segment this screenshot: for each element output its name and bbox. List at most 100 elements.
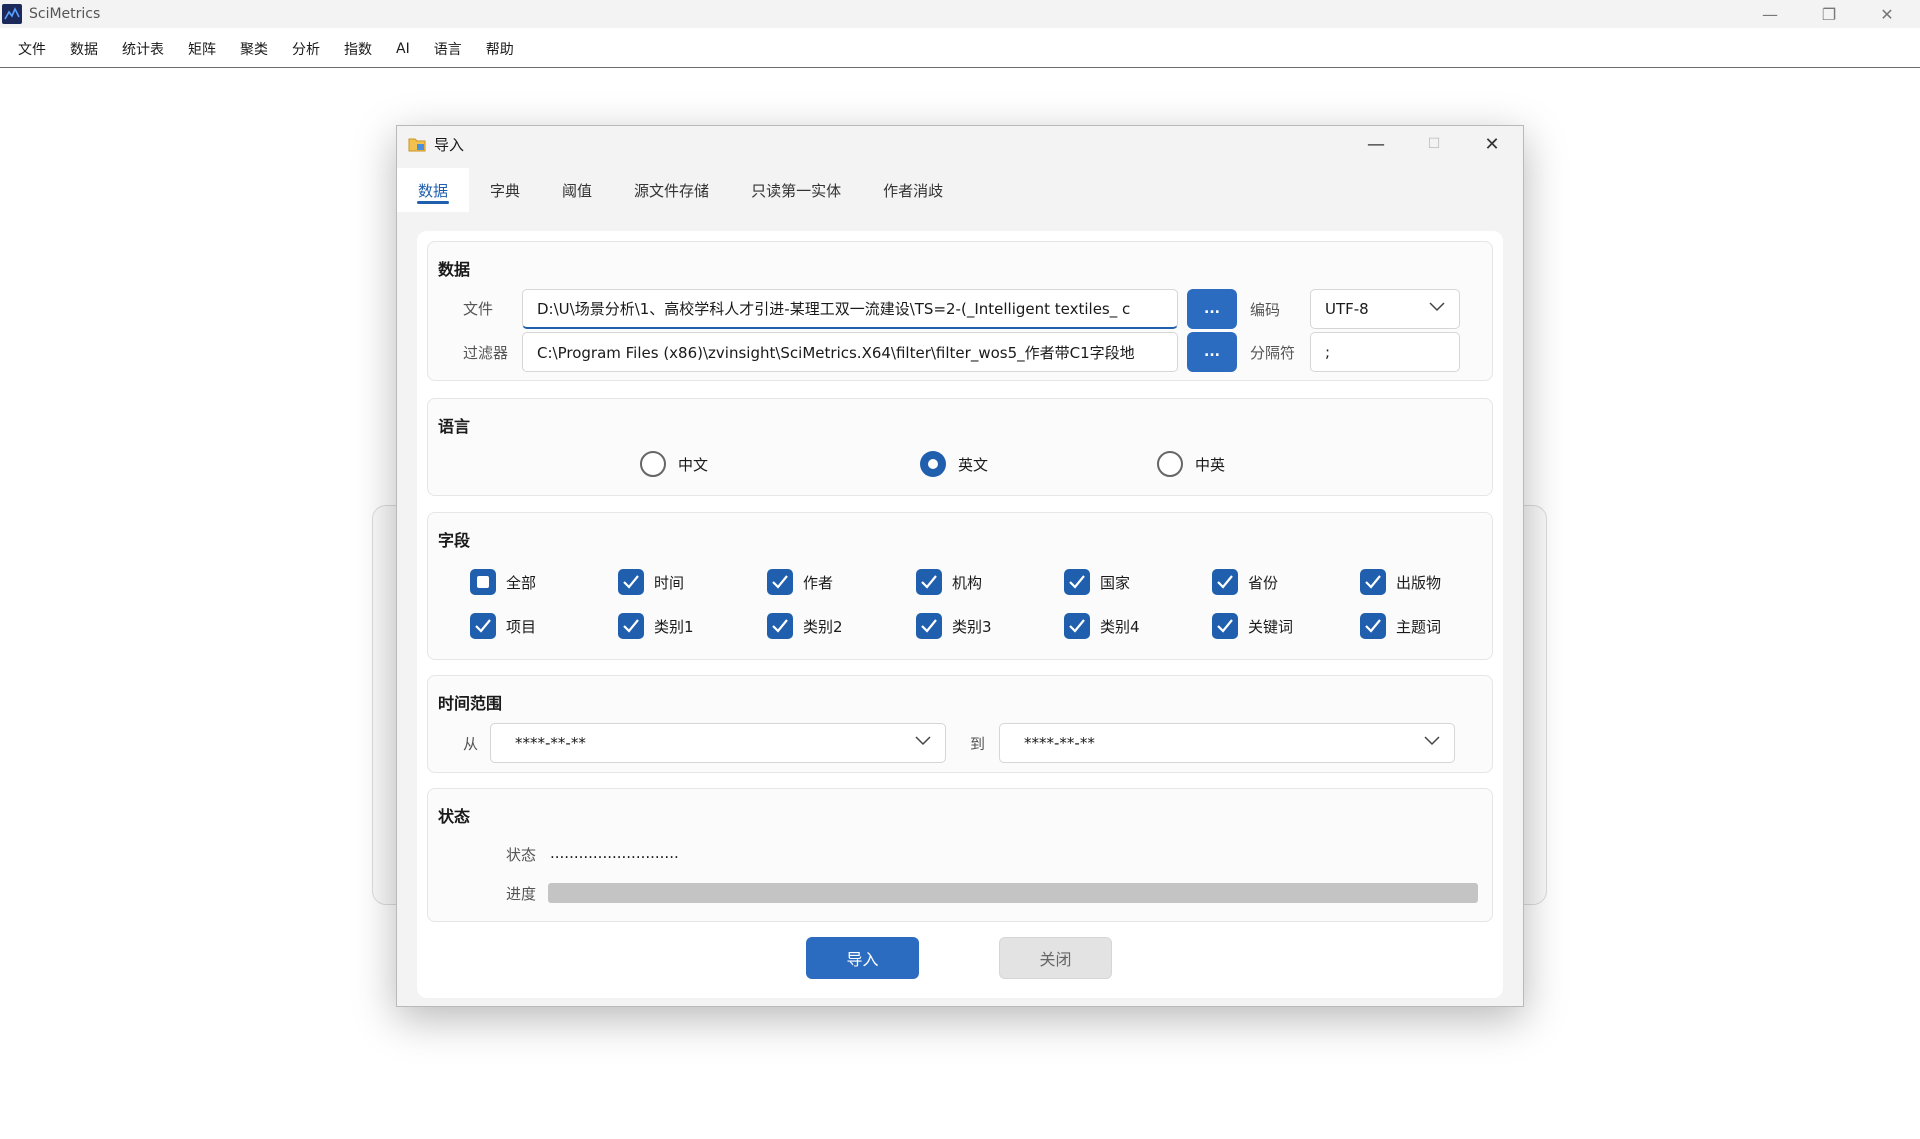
menu-help[interactable]: 帮助: [474, 39, 526, 59]
app-logo-icon: [2, 4, 22, 24]
radio-indicator: [1157, 451, 1183, 477]
tab-source-storage[interactable]: 源文件存储: [613, 168, 730, 212]
checkmark-icon: [1064, 613, 1090, 639]
encoding-value: UTF-8: [1325, 300, 1369, 318]
close-icon[interactable]: ✕: [1858, 0, 1916, 28]
separator-input[interactable]: ;: [1310, 332, 1460, 372]
checkmark-icon: [1360, 613, 1386, 639]
chevron-down-icon: [1424, 736, 1440, 746]
menu-matrix[interactable]: 矩阵: [176, 39, 228, 59]
to-date-value: ****-**-**: [1024, 734, 1095, 752]
dialog-tabs: 数据 字典 阈值 源文件存储 只读第一实体 作者消歧: [397, 168, 964, 212]
progress-bar: [548, 883, 1478, 903]
dialog-title: 导入: [434, 135, 465, 154]
checkmark-icon: [767, 613, 793, 639]
to-label: 到: [970, 735, 986, 753]
radio-bilingual[interactable]: 中英: [1157, 451, 1225, 477]
checkmark-icon: [1212, 569, 1238, 595]
tab-content: 数据 文件 D:\U\场景分析\1、高校学科人才引进-某理工双一流建设\TS=2…: [417, 231, 1503, 998]
field-checkbox[interactable]: 类别4: [1064, 613, 1140, 639]
file-input[interactable]: D:\U\场景分析\1、高校学科人才引进-某理工双一流建设\TS=2-(_Int…: [522, 289, 1178, 329]
checkmark-icon: [1064, 569, 1090, 595]
language-group: 语言 中文 英文 中英: [427, 398, 1493, 496]
radio-indicator: [640, 451, 666, 477]
time-range-title: 时间范围: [438, 694, 503, 713]
field-checkbox[interactable]: 省份: [1212, 569, 1278, 595]
separator-label: 分隔符: [1250, 344, 1296, 362]
field-checkbox[interactable]: 项目: [470, 613, 536, 639]
checkbox-label: 类别4: [1100, 617, 1140, 636]
field-checkbox[interactable]: 类别1: [618, 613, 694, 639]
import-button[interactable]: 导入: [806, 937, 919, 979]
field-checkbox[interactable]: 类别2: [767, 613, 843, 639]
menu-index[interactable]: 指数: [332, 39, 384, 59]
data-group-title: 数据: [438, 260, 471, 279]
app-title: SciMetrics: [29, 6, 101, 22]
field-checkbox[interactable]: 关键词: [1212, 613, 1293, 639]
field-checkbox[interactable]: 时间: [618, 569, 684, 595]
checkmark-icon: [1212, 613, 1238, 639]
minimize-icon[interactable]: —: [1741, 0, 1799, 28]
checkbox-label: 出版物: [1396, 573, 1442, 592]
from-date-select[interactable]: ****-**-**: [490, 723, 946, 763]
language-group-title: 语言: [438, 417, 471, 436]
filter-label: 过滤器: [463, 344, 509, 362]
field-checkbox[interactable]: 主题词: [1360, 613, 1441, 639]
menu-cluster[interactable]: 聚类: [228, 39, 280, 59]
dialog-titlebar: 导入 — ☐ ✕: [397, 126, 1523, 162]
chevron-down-icon: [1429, 302, 1445, 312]
filter-input[interactable]: C:\Program Files (x86)\zvinsight\SciMetr…: [522, 332, 1178, 372]
field-checkbox[interactable]: 类别3: [916, 613, 992, 639]
dialog-minimize-icon[interactable]: —: [1347, 126, 1405, 162]
menu-stats[interactable]: 统计表: [110, 39, 176, 59]
field-checkbox[interactable]: 国家: [1064, 569, 1130, 595]
checkmark-icon: [916, 613, 942, 639]
tab-data[interactable]: 数据: [397, 168, 470, 212]
encoding-label: 编码: [1250, 301, 1281, 319]
tab-threshold[interactable]: 阈值: [541, 168, 613, 212]
checkmark-icon: [767, 569, 793, 595]
menu-language[interactable]: 语言: [422, 39, 474, 59]
menu-analysis[interactable]: 分析: [280, 39, 332, 59]
file-label: 文件: [463, 300, 494, 318]
progress-label: 进度: [506, 885, 537, 903]
tab-author-disambiguation[interactable]: 作者消歧: [862, 168, 964, 212]
tab-dictionary[interactable]: 字典: [469, 168, 541, 212]
menu-ai[interactable]: AI: [384, 41, 422, 57]
checkmark-icon: [470, 613, 496, 639]
field-checkbox[interactable]: 作者: [767, 569, 833, 595]
encoding-select[interactable]: UTF-8: [1310, 289, 1460, 329]
checkmark-icon: [916, 569, 942, 595]
browse-filter-button[interactable]: ...: [1187, 332, 1237, 372]
radio-chinese[interactable]: 中文: [640, 451, 708, 477]
checkbox-label: 类别2: [803, 617, 843, 636]
from-date-value: ****-**-**: [515, 734, 586, 752]
radio-label: 中英: [1195, 455, 1226, 474]
field-checkbox[interactable]: 机构: [916, 569, 982, 595]
restore-icon[interactable]: ❐: [1800, 0, 1858, 28]
radio-label: 英文: [958, 455, 989, 474]
checkmark-icon: [618, 613, 644, 639]
to-date-select[interactable]: ****-**-**: [999, 723, 1455, 763]
menu-data[interactable]: 数据: [58, 39, 110, 59]
checkmark-icon: [1360, 569, 1386, 595]
checkbox-label: 时间: [654, 573, 685, 592]
checkbox-label: 省份: [1248, 573, 1279, 592]
radio-english[interactable]: 英文: [920, 451, 988, 477]
menu-file[interactable]: 文件: [6, 39, 58, 59]
checkbox-label: 项目: [506, 617, 537, 636]
checkbox-label: 类别3: [952, 617, 992, 636]
status-value: ...........................: [550, 844, 679, 862]
from-label: 从: [463, 735, 479, 753]
checkbox-label: 机构: [952, 573, 983, 592]
data-group: 数据 文件 D:\U\场景分析\1、高校学科人才引进-某理工双一流建设\TS=2…: [427, 241, 1493, 381]
close-button[interactable]: 关闭: [999, 937, 1112, 979]
field-checkbox[interactable]: 出版物: [1360, 569, 1441, 595]
fields-group-title: 字段: [438, 531, 471, 550]
dialog-maximize-icon: ☐: [1427, 136, 1441, 152]
dialog-close-icon[interactable]: ✕: [1463, 126, 1521, 162]
fields-group: 字段 全部 时间 作者 机构 国家 省份 出版物 项目 类别1 类别2 类别3 类别4 关键词 主题词: [427, 512, 1493, 660]
field-checkbox[interactable]: 全部: [470, 569, 536, 595]
browse-file-button[interactable]: ...: [1187, 289, 1237, 329]
tab-first-entity[interactable]: 只读第一实体: [730, 168, 862, 212]
